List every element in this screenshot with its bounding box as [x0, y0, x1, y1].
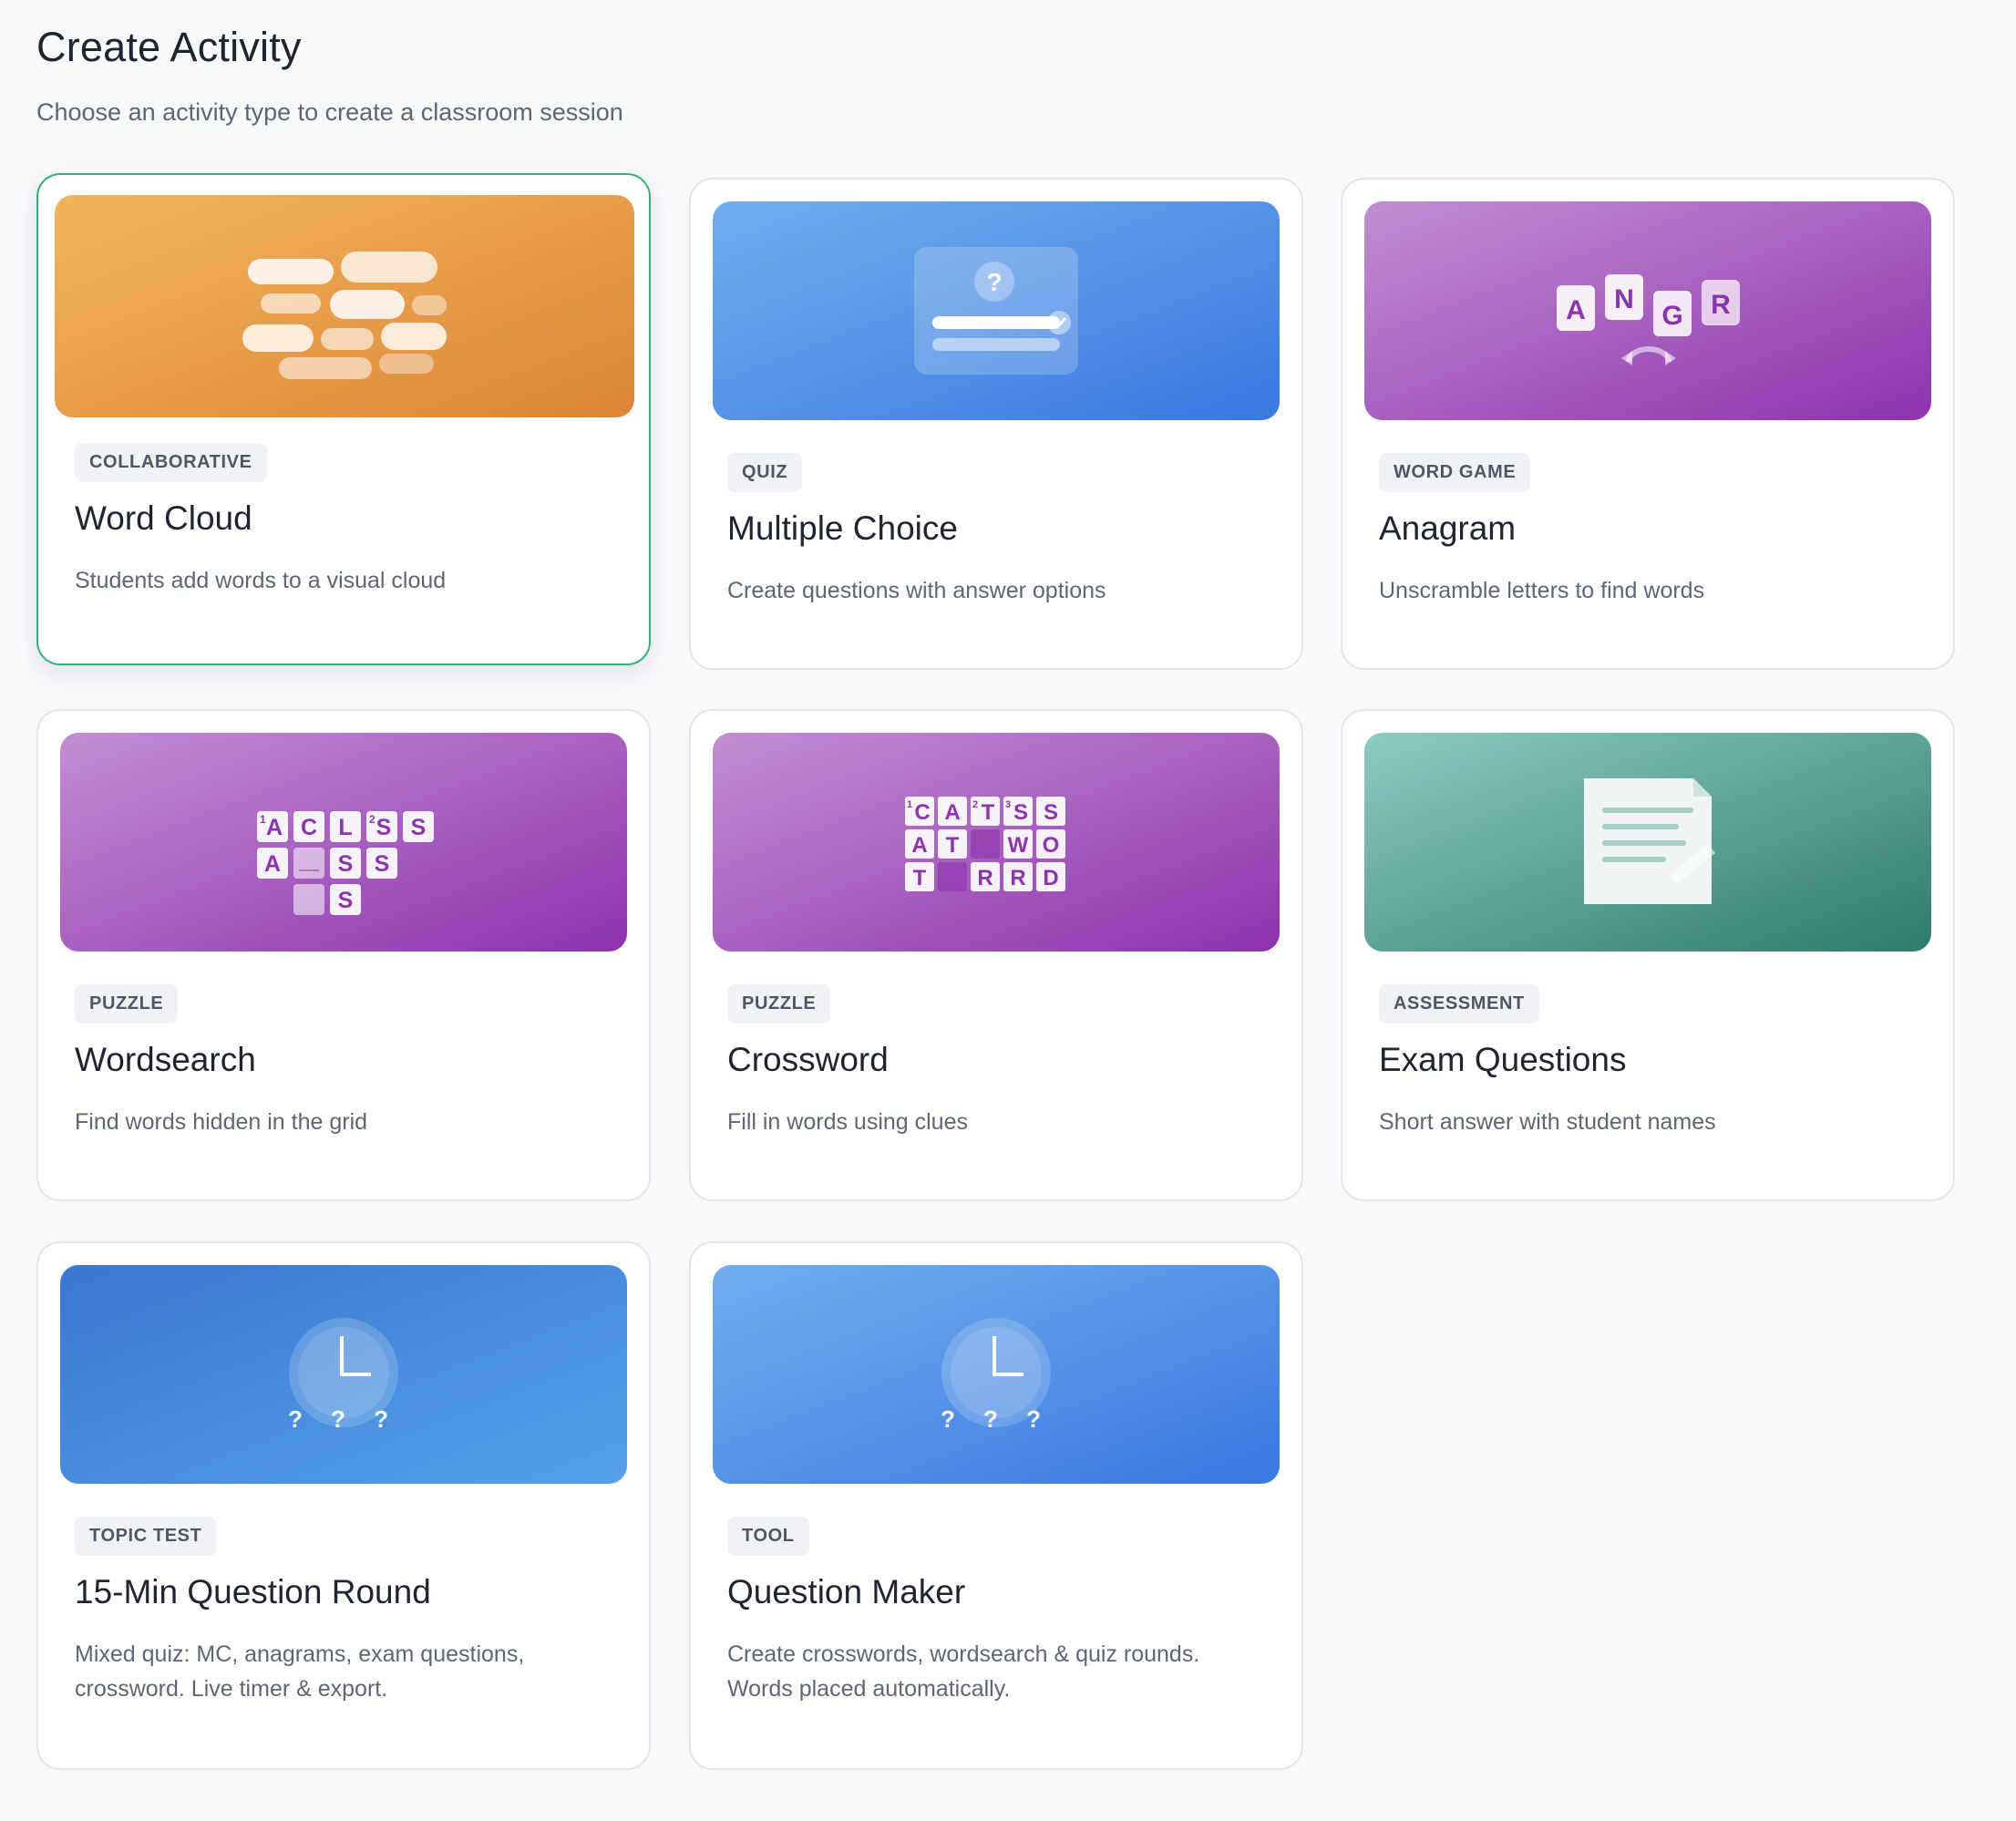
svg-text:3: 3 [1005, 799, 1011, 810]
svg-text:? ? ?: ? ? ? [941, 1405, 1052, 1433]
clock-icon: ? ? ? [713, 1265, 1280, 1484]
crossword-grid-icon: C A T S S A T W O T R R D 1 2 3 [713, 733, 1280, 952]
card-description: Unscramble letters to find words [1379, 578, 1705, 603]
category-badge: COLLABORATIVE [75, 443, 267, 482]
activity-card-word-cloud[interactable]: COLLABORATIVE Word Cloud Students add wo… [36, 173, 651, 665]
multiple-choice-banner: ? [713, 201, 1280, 420]
svg-text:1: 1 [260, 813, 266, 826]
card-title: Wordsearch [75, 1041, 256, 1078]
card-description: Students add words to a visual cloud [75, 568, 447, 593]
card-description: Create crosswords, wordsearch & quiz rou… [727, 1641, 1200, 1702]
question-round-banner: ? ? ? [60, 1265, 627, 1484]
svg-text:O: O [1043, 833, 1060, 858]
category-badge: WORD GAME [1379, 453, 1531, 492]
card-title: Question Maker [727, 1573, 966, 1610]
document-pencil-icon [1364, 733, 1931, 952]
wordsearch-banner: A C L S S A S S S 1 2 [60, 733, 627, 952]
svg-text:T: T [982, 800, 995, 825]
exam-questions-banner [1364, 733, 1931, 952]
category-badge: PUZZLE [75, 984, 179, 1024]
svg-text:2: 2 [369, 813, 375, 826]
card-title: Word Cloud [75, 499, 252, 537]
activity-card-anagram[interactable]: A N G R WORD GAME Anagram Unscramble let… [1341, 178, 1955, 670]
svg-text:W: W [1008, 833, 1029, 858]
svg-text:S: S [376, 815, 392, 840]
svg-text:S: S [338, 888, 354, 913]
page-title: Create Activity [36, 24, 302, 70]
card-title: Crossword [727, 1041, 889, 1078]
svg-text:S: S [1044, 800, 1058, 825]
anagram-banner: A N G R [1364, 201, 1931, 420]
activity-card-wordsearch[interactable]: A C L S S A S S S 1 2 PUZZLE Wordsearch [36, 709, 651, 1201]
wordsearch-grid-icon: A C L S S A S S S 1 2 [60, 733, 627, 952]
category-badge: TOOL [727, 1517, 809, 1556]
activity-card-exam-questions[interactable]: ASSESSMENT Exam Questions Short answer w… [1341, 709, 1955, 1201]
svg-text:S: S [1013, 800, 1028, 825]
svg-text:R: R [1010, 866, 1025, 890]
svg-text:1: 1 [907, 799, 912, 810]
svg-text:S: S [375, 851, 390, 877]
clock-icon: ? ? ? [60, 1265, 627, 1484]
svg-text:G: G [1661, 301, 1682, 331]
svg-text:C: C [914, 800, 930, 825]
svg-text:A: A [1566, 295, 1586, 325]
svg-text:?: ? [986, 268, 1002, 296]
svg-text:N: N [1614, 284, 1634, 314]
category-badge: ASSESSMENT [1379, 984, 1539, 1024]
anagram-tiles-icon: A N G R [1364, 201, 1931, 420]
activity-card-multiple-choice[interactable]: ? QUIZ Multiple Choice Create questions … [689, 178, 1303, 670]
card-description: Fill in words using clues [727, 1109, 968, 1135]
svg-text:? ? ?: ? ? ? [288, 1405, 399, 1433]
svg-text:A: A [911, 833, 927, 858]
card-description: Find words hidden in the grid [75, 1109, 368, 1135]
svg-text:T: T [913, 866, 927, 890]
word-cloud-icon [55, 195, 634, 417]
card-title: 15-Min Question Round [75, 1573, 431, 1610]
activity-card-crossword[interactable]: C A T S S A T W O T R R D 1 2 3 PUZZLE C… [689, 709, 1303, 1201]
svg-text:A: A [944, 800, 960, 825]
svg-text:R: R [977, 866, 993, 890]
svg-text:2: 2 [972, 799, 978, 810]
create-activity-page: Create Activity Choose an activity type … [0, 0, 2016, 1821]
category-badge: PUZZLE [727, 984, 831, 1024]
category-badge: TOPIC TEST [75, 1517, 217, 1556]
question-maker-banner: ? ? ? [713, 1265, 1280, 1484]
activity-card-question-round[interactable]: ? ? ? TOPIC TEST 15-Min Question Round M… [36, 1241, 651, 1770]
card-title: Anagram [1379, 509, 1517, 547]
svg-text:R: R [1711, 290, 1731, 320]
svg-text:A: A [264, 851, 281, 877]
category-badge: QUIZ [727, 453, 803, 492]
card-description: Create questions with answer options [727, 578, 1106, 603]
activity-card-question-maker[interactable]: ? ? ? TOOL Question Maker Create crosswo… [689, 1241, 1303, 1770]
svg-text:D: D [1043, 866, 1058, 890]
card-title: Multiple Choice [727, 509, 958, 547]
svg-text:T: T [946, 833, 960, 858]
svg-text:A: A [266, 815, 283, 840]
card-title: Exam Questions [1379, 1041, 1627, 1078]
svg-text:S: S [338, 851, 354, 877]
quiz-question-icon: ? [713, 201, 1280, 420]
word-cloud-banner [55, 195, 634, 417]
card-description: Mixed quiz: MC, anagrams, exam questions… [75, 1641, 525, 1702]
card-description: Short answer with student names [1379, 1109, 1716, 1135]
svg-text:S: S [411, 815, 427, 840]
crossword-banner: C A T S S A T W O T R R D 1 2 3 [713, 733, 1280, 952]
svg-text:C: C [301, 815, 317, 840]
page-subtitle: Choose an activity type to create a clas… [36, 98, 623, 126]
svg-text:L: L [338, 815, 352, 840]
